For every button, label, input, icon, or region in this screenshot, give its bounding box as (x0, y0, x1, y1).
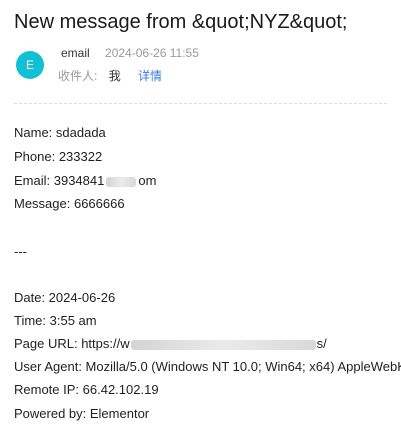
body-email-line: Email: 3934841 om (14, 172, 156, 190)
body-name-line: Name: sdadada (14, 125, 106, 140)
body-email-visible-end: om (138, 173, 157, 188)
body-phone-line: Phone: 233322 (14, 149, 103, 164)
body-message-line: Message: 6666666 (14, 196, 125, 211)
header-divider (14, 103, 387, 104)
recipient-name[interactable]: 我 (109, 69, 121, 83)
redacted-email-blur (106, 176, 137, 187)
body-user-agent-line: User Agent: Mozilla/5.0 (Windows NT 10.0… (14, 359, 401, 374)
body-separator: --- (14, 244, 27, 259)
recipient-row: 收件人: 我 详情 (58, 68, 162, 84)
recipient-label: 收件人: (58, 69, 98, 83)
details-link[interactable]: 详情 (138, 69, 162, 83)
body-page-url-line: Page URL: https://w s/ (14, 335, 327, 353)
body-powered-by-line: Powered by: Elementor (14, 406, 150, 421)
redacted-url-blur (130, 339, 316, 350)
body-url-visible-start: Page URL: https://w (14, 336, 130, 351)
email-subject: New message from &quot;NYZ&quot; (14, 11, 348, 33)
body-email-visible-start: Email: 3934841 (14, 173, 105, 188)
body-date-line: Date: 2024-06-26 (14, 290, 116, 305)
body-remote-ip-line: Remote IP: 66.42.102.19 (14, 382, 159, 397)
sender-avatar[interactable]: E (16, 51, 44, 79)
sender-name[interactable]: email (61, 46, 90, 60)
body-url-visible-end: s/ (316, 336, 327, 351)
sender-row: email 2024-06-26 11:55 (61, 45, 199, 61)
sent-date: 2024-06-26 11:55 (105, 46, 199, 60)
body-time-line: Time: 3:55 am (14, 313, 97, 328)
